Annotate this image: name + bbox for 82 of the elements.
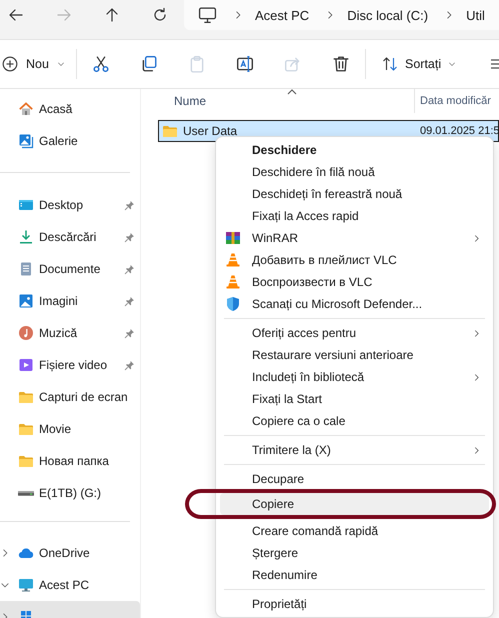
sidebar-item[interactable]: Imagini	[0, 285, 140, 317]
scissors-icon	[92, 55, 110, 73]
sort-button[interactable]: Sortați	[382, 56, 456, 72]
gallery-icon	[18, 133, 34, 149]
forward-arrow-icon	[56, 7, 72, 23]
drive-icon	[18, 490, 34, 496]
folder-icon	[162, 123, 178, 139]
folder-icon	[18, 453, 34, 469]
chevron-down-icon	[448, 60, 456, 68]
refresh-icon	[152, 7, 168, 23]
sidebar-item[interactable]: Descărcări	[0, 221, 140, 253]
traffic-cone-icon	[225, 252, 241, 268]
home-icon	[18, 101, 34, 117]
copy-icon	[140, 55, 158, 73]
sidebar-item[interactable]: Capturi de ecran	[0, 381, 140, 413]
pin-icon[interactable]	[124, 200, 135, 210]
pin-icon[interactable]	[124, 296, 135, 306]
menu-item[interactable]: Copiere ca o cale	[220, 410, 489, 432]
back-arrow-icon	[8, 7, 24, 23]
pin-icon[interactable]	[124, 328, 135, 338]
folder-icon	[18, 421, 34, 437]
menu-item[interactable]: Copiere	[220, 493, 489, 515]
desktop-icon	[18, 197, 34, 213]
menu-item[interactable]: Deschideți în fereastră nouă	[220, 183, 489, 205]
chevron-down-icon	[56, 60, 65, 68]
music-icon	[18, 325, 34, 341]
menu-item[interactable]: Fixați la Acces rapid	[220, 205, 489, 227]
menu-item[interactable]: Воспроизвести в VLC	[220, 271, 489, 293]
menu-item[interactable]: Redenumire	[220, 564, 489, 586]
pin-icon[interactable]	[124, 232, 135, 242]
sidebar-item[interactable]: Galerie	[0, 125, 140, 157]
sort-arrows-icon	[382, 56, 398, 72]
menu-item[interactable]: Creare comandă rapidă	[220, 520, 489, 542]
monitor-icon	[18, 577, 34, 593]
sidebar-item[interactable]: Fișiere video	[0, 349, 140, 381]
menu-item[interactable]: Scanați cu Microsoft Defender...	[220, 293, 489, 315]
plus-circle-icon	[2, 56, 18, 72]
menu-item[interactable]: Trimitere la (X)	[220, 439, 489, 461]
sidebar-item[interactable]: E(1TB) (G:)	[0, 477, 140, 509]
monitor-icon	[198, 6, 217, 24]
download-icon	[18, 229, 34, 245]
clipboard-icon	[188, 55, 206, 73]
menu-item[interactable]: Добавить в плейлист VLC	[220, 249, 489, 271]
breadcrumb-item[interactable]: Util	[466, 8, 485, 22]
sidebar-item[interactable]: Desktop	[0, 189, 140, 221]
menu-item[interactable]: Oferiți acces pentru	[220, 322, 489, 344]
picture-icon	[18, 293, 34, 309]
share-icon	[284, 55, 302, 73]
trash-icon	[332, 55, 350, 73]
video-icon	[18, 357, 34, 373]
document-icon	[18, 261, 34, 277]
file-name: User Data	[183, 124, 238, 138]
address-bar[interactable]: Acest PC Disc local (C:) Util	[184, 0, 499, 30]
column-header[interactable]: Data modificăr	[415, 89, 491, 113]
menu-item[interactable]: Decupare	[220, 468, 489, 490]
up-arrow-icon	[104, 7, 120, 23]
pin-icon[interactable]	[124, 360, 135, 370]
menu-item[interactable]: WinRAR	[220, 227, 489, 249]
sidebar-item[interactable]: OneDrive	[0, 537, 140, 569]
folder-icon	[18, 389, 34, 405]
pin-icon[interactable]	[124, 264, 135, 274]
menu-item[interactable]: Fixați la Start	[220, 388, 489, 410]
traffic-cone-icon	[225, 274, 241, 290]
sidebar-item[interactable]: Documente	[0, 253, 140, 285]
breadcrumb-item[interactable]: Acest PC	[255, 8, 310, 22]
menu-item[interactable]: Deschidere	[220, 139, 489, 161]
menu-item[interactable]: Ștergere	[220, 542, 489, 564]
rename-icon	[236, 55, 254, 73]
stacked-books-icon	[225, 230, 241, 246]
breadcrumb-item[interactable]: Disc local (C:)	[347, 8, 428, 22]
menu-item[interactable]: Restaurare versiuni anterioare	[220, 344, 489, 366]
menu-item[interactable]: Proprietăți	[220, 593, 489, 615]
shield-icon	[225, 296, 241, 312]
sidebar-item[interactable]: Muzică	[0, 317, 140, 349]
sidebar-item[interactable]: Acest PC	[0, 569, 140, 601]
new-button[interactable]: Nou	[0, 56, 76, 72]
sidebar-item[interactable]: Acasă	[0, 93, 140, 125]
sidebar-item[interactable]: Movie	[0, 413, 140, 445]
menu-item[interactable]: Deschidere în filă nouă	[220, 161, 489, 183]
column-header[interactable]: Nume	[158, 89, 415, 113]
sidebar-item[interactable]: Новая папка	[0, 445, 140, 477]
menu-item[interactable]: Includeți în bibliotecă	[220, 366, 489, 388]
